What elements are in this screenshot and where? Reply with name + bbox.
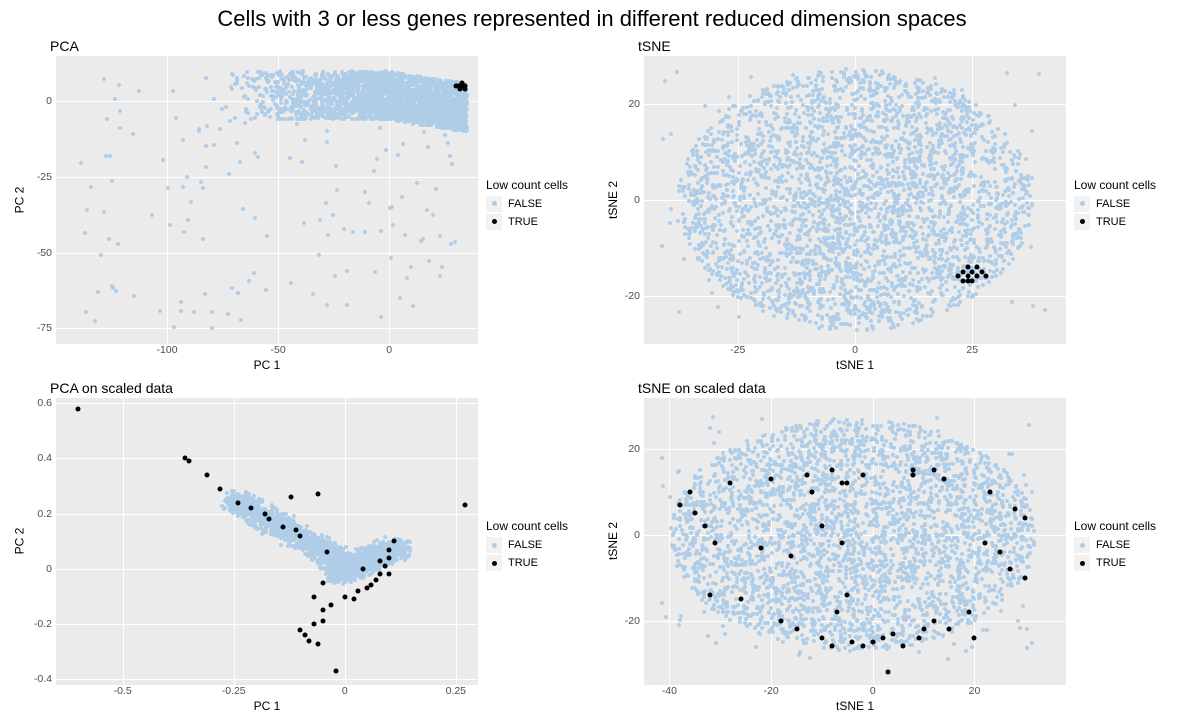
- subtitle-pca-scaled: PCA on scaled data: [6, 378, 478, 398]
- legend-false: FALSE: [486, 537, 590, 553]
- subtitle-tsne-scaled: tSNE on scaled data: [594, 378, 1066, 398]
- xlabel-tsne: tSNE 1: [644, 358, 1066, 374]
- plot-area-pca: [56, 56, 478, 344]
- legend-dot-true: [1080, 561, 1085, 566]
- panel-pca: PCA PC 2 -75-50-250 -100-500 PC 1 Low co…: [6, 36, 590, 374]
- legend-false: FALSE: [1074, 196, 1178, 212]
- legend-true-label: TRUE: [508, 216, 538, 228]
- chart-grid: PCA PC 2 -75-50-250 -100-500 PC 1 Low co…: [0, 36, 1184, 721]
- legend-true-label: TRUE: [508, 557, 538, 569]
- legend-false-label: FALSE: [1096, 198, 1130, 210]
- legend-true: TRUE: [1074, 214, 1178, 230]
- legend-true-label: TRUE: [1096, 557, 1126, 569]
- legend-false: FALSE: [1074, 537, 1178, 553]
- yticks-pca-scaled: -0.4-0.200.20.40.6: [24, 398, 56, 686]
- legend-title: Low count cells: [1074, 178, 1178, 192]
- legend-title: Low count cells: [486, 178, 590, 192]
- xlabel-pca-scaled: PC 1: [56, 699, 478, 715]
- plot-area-tsne: [644, 56, 1066, 344]
- plot-area-pca-scaled: [56, 398, 478, 686]
- legend-false-label: FALSE: [508, 198, 542, 210]
- legend-false-label: FALSE: [508, 539, 542, 551]
- legend-true: TRUE: [486, 555, 590, 571]
- yticks-tsne: -20020: [612, 56, 644, 344]
- legend-false: FALSE: [486, 196, 590, 212]
- legend-title: Low count cells: [1074, 519, 1178, 533]
- xticks-pca: -100-500: [56, 344, 478, 358]
- panel-pca-scaled: PCA on scaled data PC 2 -0.4-0.200.20.40…: [6, 378, 590, 716]
- legend-title: Low count cells: [486, 519, 590, 533]
- yticks-pca: -75-50-250: [24, 56, 56, 344]
- xlabel-tsne-scaled: tSNE 1: [644, 699, 1066, 715]
- panel-tsne: tSNE tSNE 2 -20020 -25025 tSNE 1 Low cou…: [594, 36, 1178, 374]
- xticks-tsne-scaled: -40-20020: [644, 685, 1066, 699]
- legend-dot-false: [1080, 201, 1085, 206]
- xticks-tsne: -25025: [644, 344, 1066, 358]
- legend-pca-scaled: Low count cells FALSE TRUE: [478, 378, 590, 716]
- legend-true: TRUE: [1074, 555, 1178, 571]
- legend-dot-false: [492, 201, 497, 206]
- legend-false-label: FALSE: [1096, 539, 1130, 551]
- main-title: Cells with 3 or less genes represented i…: [0, 0, 1184, 36]
- panel-tsne-scaled: tSNE on scaled data tSNE 2 -20020 -40-20…: [594, 378, 1178, 716]
- legend-dot-false: [1080, 543, 1085, 548]
- yticks-tsne-scaled: -20020: [612, 398, 644, 686]
- legend-tsne-scaled: Low count cells FALSE TRUE: [1066, 378, 1178, 716]
- legend-true-label: TRUE: [1096, 216, 1126, 228]
- legend-dot-true: [492, 561, 497, 566]
- legend-pca: Low count cells FALSE TRUE: [478, 36, 590, 374]
- legend-true: TRUE: [486, 214, 590, 230]
- legend-dot-true: [492, 219, 497, 224]
- plot-area-tsne-scaled: [644, 398, 1066, 686]
- legend-tsne: Low count cells FALSE TRUE: [1066, 36, 1178, 374]
- legend-dot-true: [1080, 219, 1085, 224]
- xlabel-pca: PC 1: [56, 358, 478, 374]
- legend-dot-false: [492, 543, 497, 548]
- xticks-pca-scaled: -0.5-0.2500.25: [56, 685, 478, 699]
- subtitle-pca: PCA: [6, 36, 478, 56]
- subtitle-tsne: tSNE: [594, 36, 1066, 56]
